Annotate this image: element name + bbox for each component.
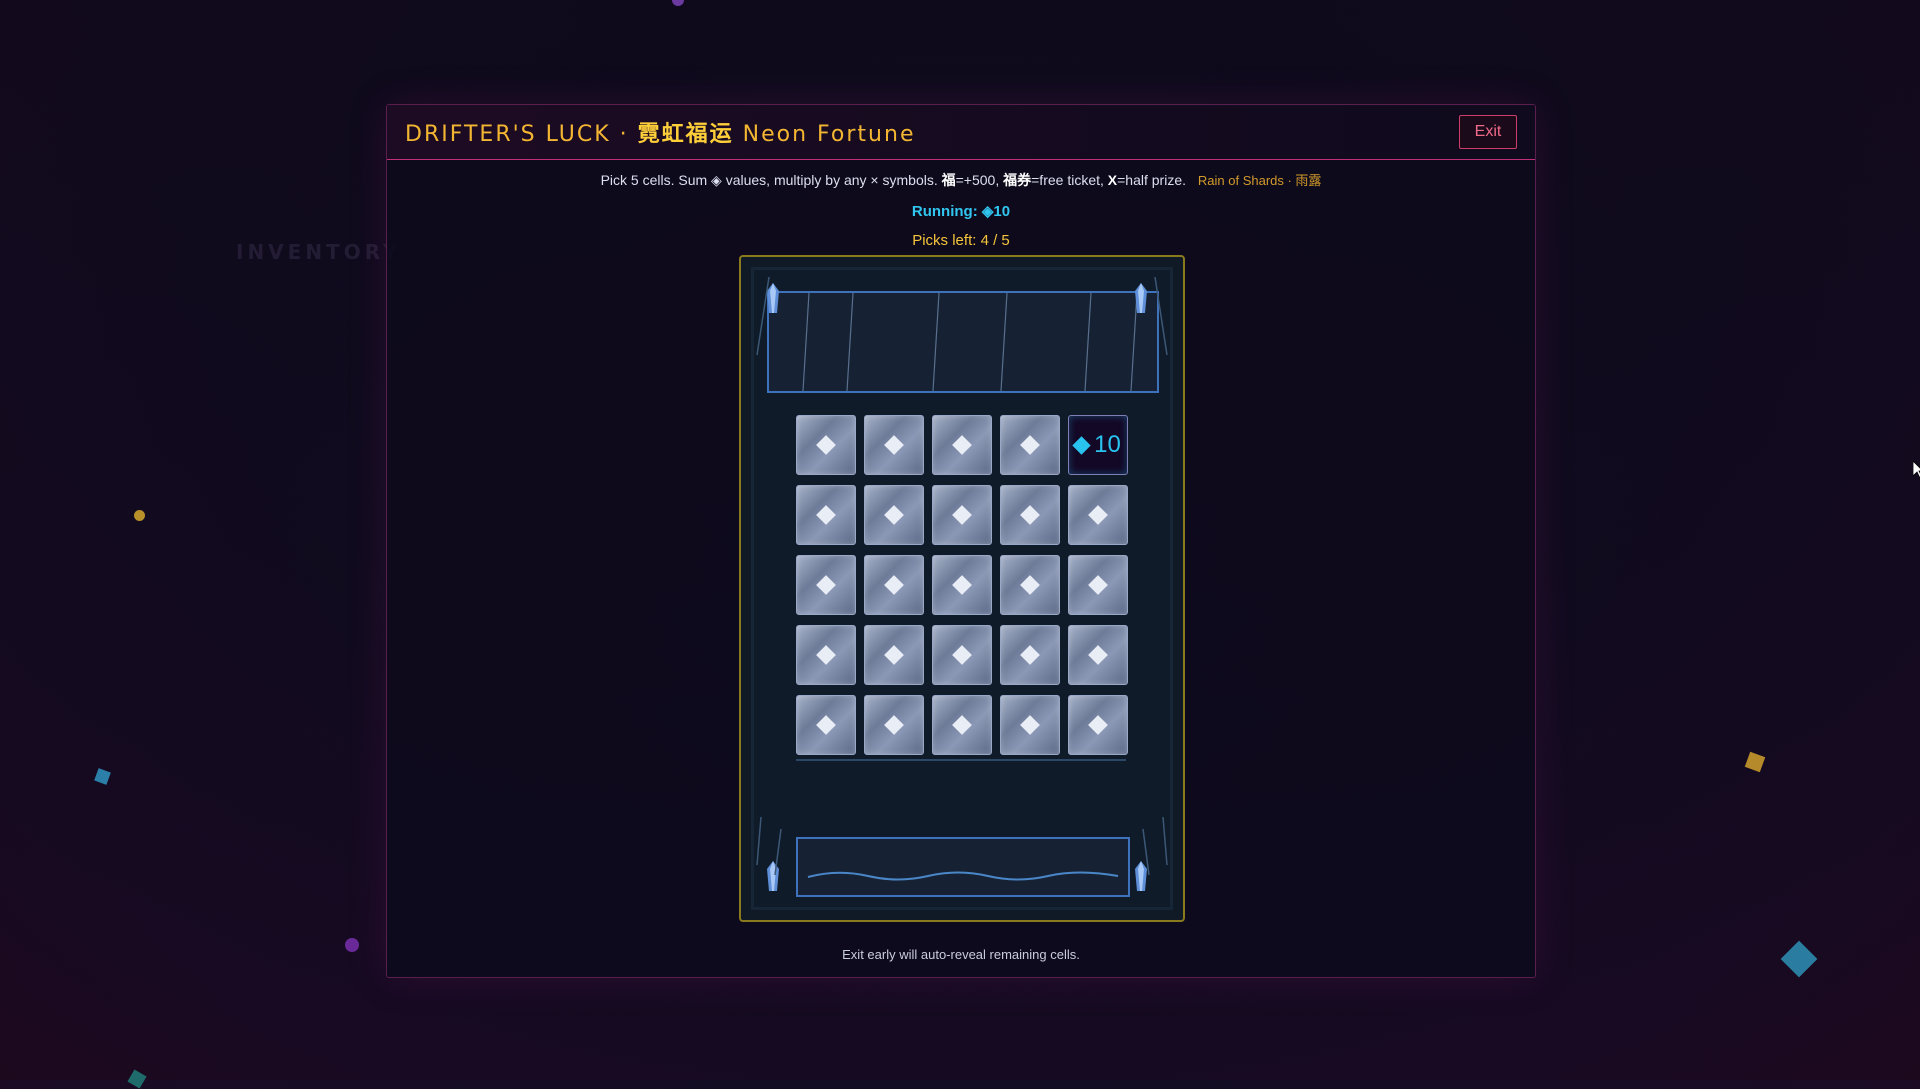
scratch-cell[interactable] <box>1068 555 1128 615</box>
diamond-icon <box>884 715 904 735</box>
scratch-grid: 10 <box>796 415 1128 761</box>
running-total: Running: ◈10 <box>911 203 1011 220</box>
side-rail <box>1142 817 1168 876</box>
crystal-icon <box>1135 283 1147 313</box>
confetti-dot <box>345 938 359 952</box>
event-label: Rain of Shards · 雨露 <box>1197 173 1322 188</box>
diamond-icon <box>1020 575 1040 595</box>
cell-value-text: 10 <box>1094 431 1121 458</box>
scratch-cell[interactable] <box>1000 415 1060 475</box>
scratch-cell[interactable] <box>864 555 924 615</box>
diamond-icon <box>816 505 836 525</box>
diamond-icon <box>1088 575 1108 595</box>
diamond-icon <box>1088 505 1108 525</box>
scratch-cell[interactable] <box>1068 485 1128 545</box>
diamond-icon <box>1020 505 1040 525</box>
top-display-panel <box>767 291 1159 393</box>
rules-part: Pick 5 cells. Sum ◈ values, multiply by … <box>600 172 942 188</box>
diamond-icon <box>884 645 904 665</box>
fuquan-symbol: 福券 <box>1003 172 1032 188</box>
glass-streaks <box>802 293 1138 391</box>
rules-part: =half prize. <box>1117 172 1186 188</box>
scratch-cell[interactable] <box>796 625 856 685</box>
side-rail <box>756 277 770 356</box>
diamond-icon <box>884 575 904 595</box>
side-rail <box>1154 277 1168 356</box>
scratch-cell[interactable] <box>1000 485 1060 545</box>
diamond-icon <box>1020 645 1040 665</box>
scratch-machine: 10 <box>739 255 1185 922</box>
bottom-display-panel <box>796 837 1130 897</box>
x-symbol: X <box>1107 172 1118 188</box>
scratch-cell[interactable] <box>932 415 992 475</box>
footer-note: Exit early will auto-reveal remaining ce… <box>842 947 1080 962</box>
diamond-icon <box>952 505 972 525</box>
picks-left: Picks left: 4 / 5 <box>912 232 1010 249</box>
scratch-cell[interactable] <box>1000 695 1060 755</box>
revealed-cell: 10 <box>1068 415 1128 475</box>
minigame-modal: DRIFTER'S LUCK · 霓虹福运 Neon Fortune Exit … <box>386 104 1536 978</box>
scratch-cell[interactable] <box>932 485 992 545</box>
rules-text: Pick 5 cells. Sum ◈ values, multiply by … <box>387 170 1535 190</box>
cell-value: 10 <box>1072 431 1121 459</box>
diamond-icon <box>884 505 904 525</box>
diamond-icon <box>952 575 972 595</box>
wave-line <box>807 871 1119 881</box>
diamond-icon <box>1088 715 1108 735</box>
scratch-cell[interactable] <box>864 695 924 755</box>
scratch-cell[interactable] <box>796 485 856 545</box>
scratch-cell[interactable] <box>932 625 992 685</box>
diamond-icon <box>952 645 972 665</box>
title-chinese: 霓虹福运 <box>637 122 734 147</box>
exit-button[interactable]: Exit <box>1459 115 1517 149</box>
scratch-cell[interactable] <box>932 695 992 755</box>
scratch-cell[interactable] <box>1068 625 1128 685</box>
diamond-icon <box>1088 645 1108 665</box>
diamond-icon <box>816 715 836 735</box>
diamond-icon <box>1020 715 1040 735</box>
scratch-cell[interactable] <box>864 415 924 475</box>
scratch-cell[interactable] <box>864 485 924 545</box>
scratch-cell[interactable] <box>796 555 856 615</box>
scratch-cell[interactable] <box>796 695 856 755</box>
scratch-cell[interactable] <box>796 415 856 475</box>
rules-part: =free ticket, <box>1031 172 1108 188</box>
rules-part: =+500, <box>955 172 1004 188</box>
diamond-icon <box>884 435 904 455</box>
modal-header: DRIFTER'S LUCK · 霓虹福运 Neon Fortune Exit <box>387 105 1535 160</box>
scratch-cell[interactable] <box>1068 695 1128 755</box>
diamond-icon <box>952 715 972 735</box>
shard-icon <box>1072 435 1091 455</box>
background-inventory-label: INVENTORY <box>236 240 402 264</box>
modal-title: DRIFTER'S LUCK · 霓虹福运 Neon Fortune <box>405 116 915 148</box>
side-rail <box>756 817 782 876</box>
diamond-icon <box>1020 435 1040 455</box>
scratch-cell[interactable] <box>864 625 924 685</box>
scratch-cell[interactable] <box>1000 555 1060 615</box>
diamond-icon <box>816 575 836 595</box>
title-prefix: DRIFTER'S LUCK · <box>405 122 638 147</box>
scratch-cell[interactable] <box>932 555 992 615</box>
diamond-icon <box>952 435 972 455</box>
title-suffix: Neon Fortune <box>733 122 916 147</box>
diamond-icon <box>816 435 836 455</box>
diamond-icon <box>816 645 836 665</box>
confetti-dot <box>134 510 145 521</box>
mouse-cursor-icon <box>1913 461 1920 479</box>
scratch-cell[interactable] <box>1000 625 1060 685</box>
fu-symbol: 福 <box>941 172 956 188</box>
